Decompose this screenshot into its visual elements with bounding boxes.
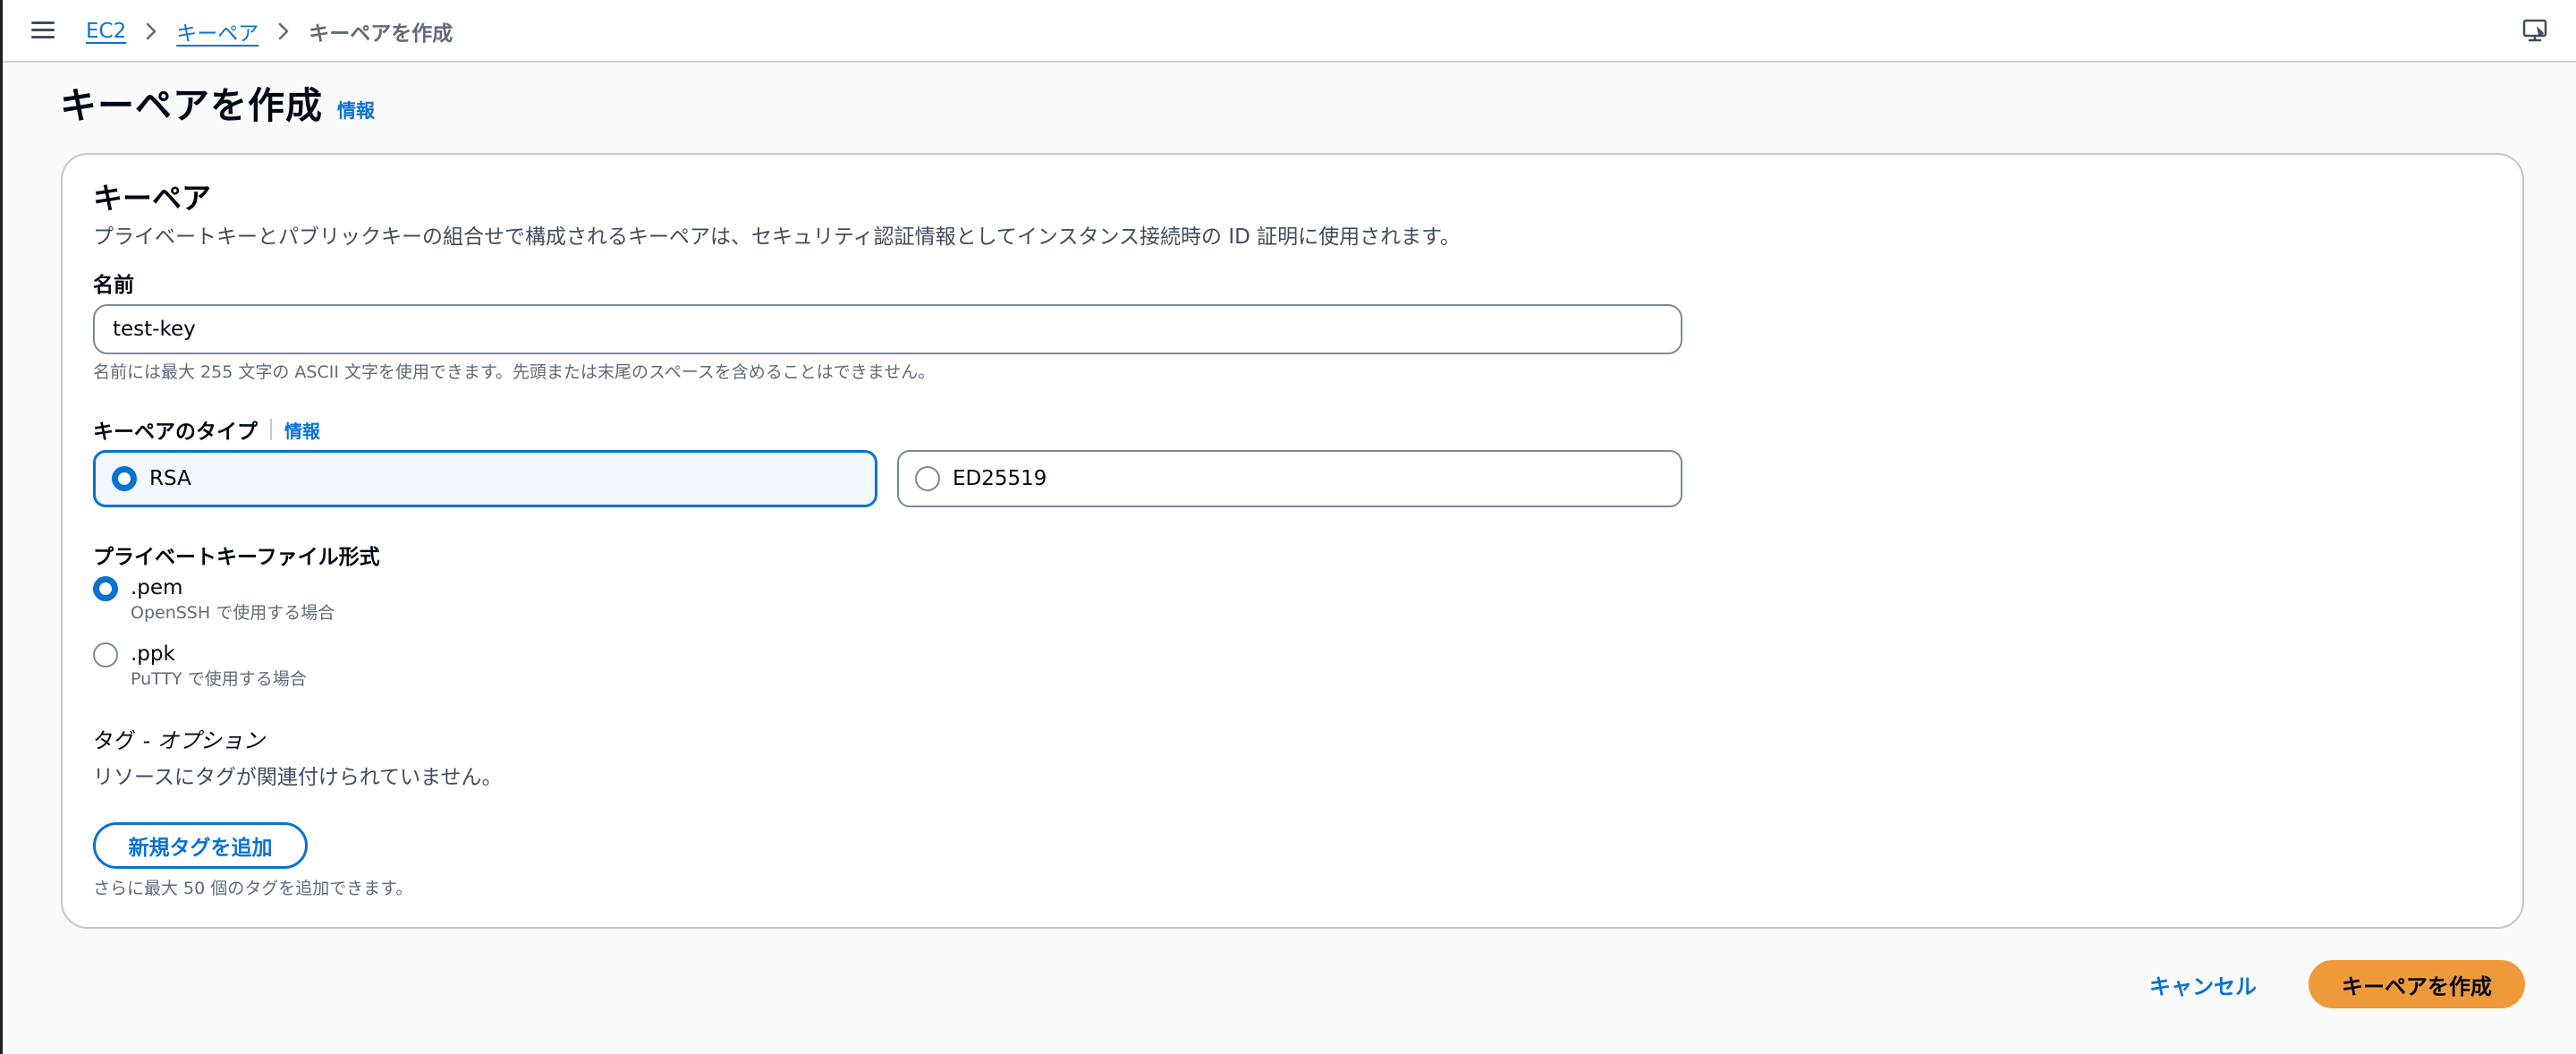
name-input[interactable] [93,304,1682,354]
key-type-ed25519-label: ED25519 [953,467,1047,490]
key-type-info-link[interactable]: 情報 [284,417,320,443]
tags-header: タグ - オプション [93,723,265,754]
page-header: キーペアを作成 情報 [60,79,375,132]
section-title: キーペア [93,181,211,216]
key-type-label: キーペアのタイプ [93,421,258,444]
breadcrumb: EC2 キーペア キーペアを作成 [86,0,453,63]
section-description: プライベートキーとパブリックキーの組合せで構成されるキーペアは、セキュリティ認証… [93,225,1461,249]
cancel-button[interactable]: キャンセル [2131,960,2275,1008]
top-navigation-bar: EC2 キーペア キーペアを作成 [3,0,2576,63]
radio-selected-icon[interactable] [112,466,137,491]
divider [270,419,272,440]
page-info-link[interactable]: 情報 [337,97,375,123]
tags-title: タグ - [93,728,157,753]
name-constraint-text: 名前には最大 255 文字の ASCII 文字を使用できます。先頭または末尾のス… [93,362,936,382]
breadcrumb-current: キーペアを作成 [309,22,453,46]
page-title: キーペアを作成 [60,84,323,127]
key-pair-container: キーペア プライベートキーとパブリックキーの組合せで構成されるキーペアは、セキュ… [61,153,2524,929]
key-type-ed25519-tile[interactable]: ED25519 [897,450,1682,507]
radio-unselected-icon[interactable] [915,466,940,491]
name-label: 名前 [93,274,134,297]
add-new-tag-button[interactable]: 新規タグを追加 [93,822,308,869]
key-type-label-row: キーペアのタイプ 情報 [93,414,320,445]
key-type-rsa-label: RSA [149,467,191,490]
radio-unselected-icon[interactable] [93,642,118,667]
ppk-label: .ppk [131,642,175,666]
file-format-label: プライベートキーファイル形式 [93,546,380,569]
file-format-ppk-option[interactable]: .ppk PuTTY で使用する場合 [93,642,307,692]
tags-limit-hint: さらに最大 50 個のタグを追加できます。 [93,879,413,898]
breadcrumb-ec2-link[interactable]: EC2 [86,20,126,43]
radio-selected-icon[interactable] [93,576,118,601]
breadcrumb-keypairs-link[interactable]: キーペア [176,16,258,47]
file-format-pem-option[interactable]: .pem OpenSSH で使用する場合 [93,575,335,625]
create-key-pair-button[interactable]: キーペアを作成 [2309,960,2525,1008]
key-type-rsa-tile[interactable]: RSA [93,450,877,507]
chevron-right-icon [278,22,289,40]
feedback-icon[interactable] [2522,18,2549,45]
chevron-right-icon [146,22,157,40]
tags-optional-label: オプション [157,728,265,753]
pem-label: .pem [131,576,183,599]
hamburger-menu-icon[interactable] [31,20,55,41]
tags-empty-text: リソースにタグが関連付けられていません。 [93,766,503,789]
ppk-description: PuTTY で使用する場合 [131,669,307,689]
pem-description: OpenSSH で使用する場合 [131,603,335,623]
